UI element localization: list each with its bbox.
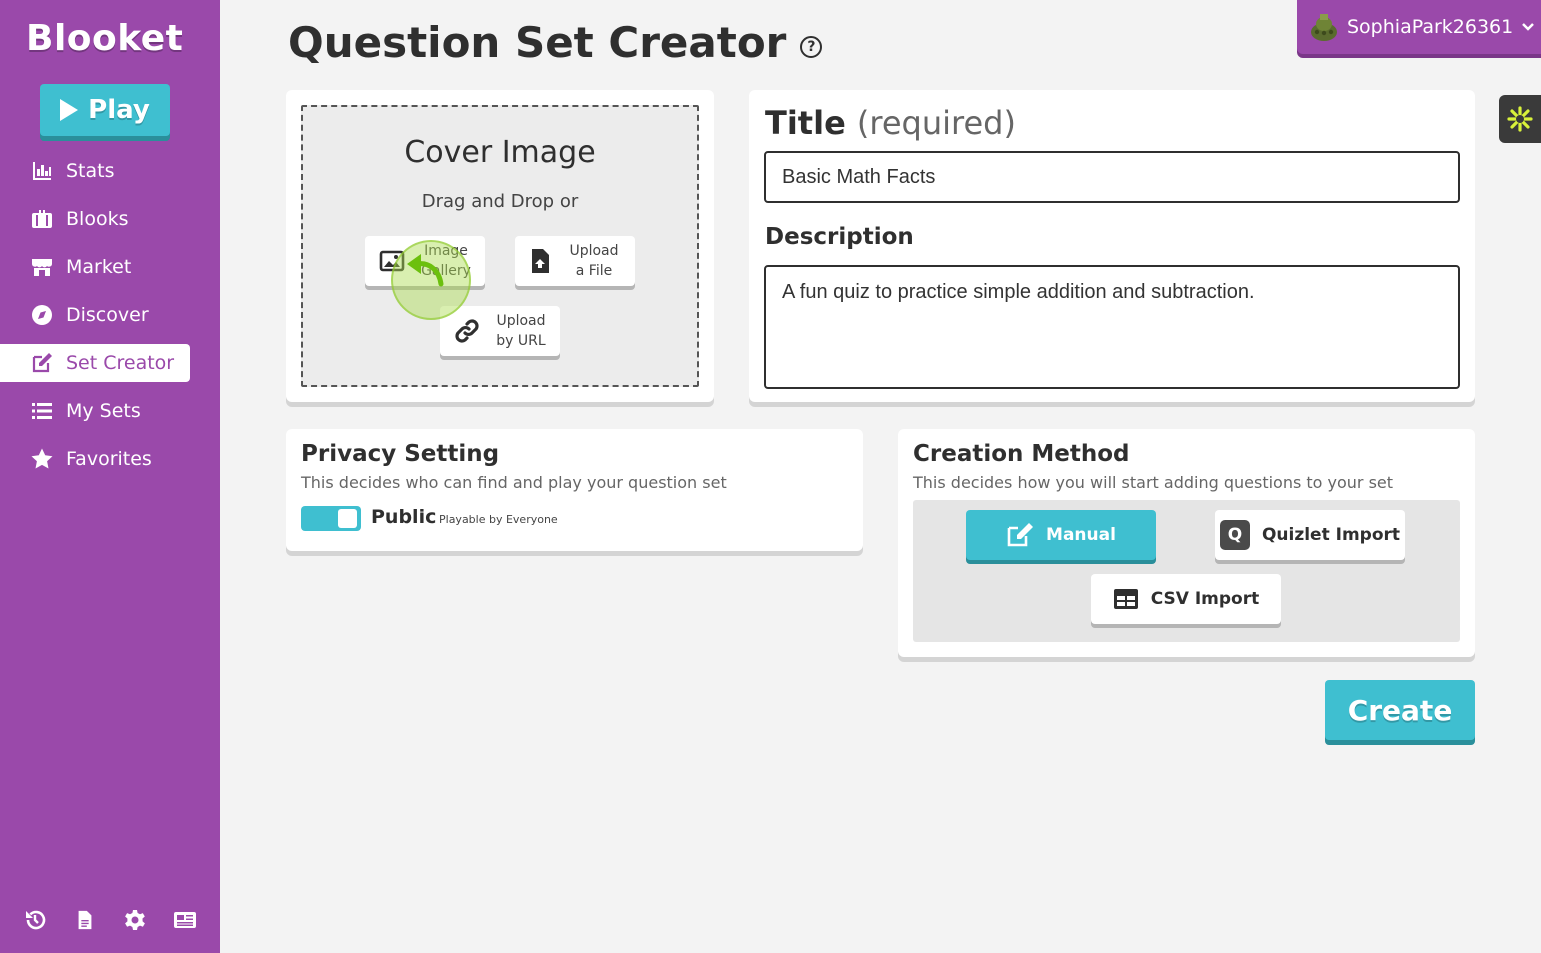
list-icon [32,403,52,419]
sidebar-item-label: Favorites [66,448,152,470]
sidebar-item-label: Blooks [66,208,129,230]
sidebar: Blooket Play Stats Blooks Market Discove… [0,0,220,953]
sidebar-item-label: My Sets [66,400,141,422]
star-icon [31,448,53,469]
toggle-knob [338,509,357,528]
privacy-heading: Privacy Setting [301,441,500,467]
sidebar-item-favorites[interactable]: Favorites [0,440,220,478]
blooket-logo[interactable]: Blooket [26,18,183,59]
history-icon[interactable] [22,907,48,933]
chevron-down-icon [1522,23,1535,31]
table-icon [1113,589,1138,609]
sidebar-item-blooks[interactable]: Blooks [0,200,220,238]
play-label: Play [88,95,150,125]
page-title: Question Set Creator ? [288,18,823,67]
privacy-setting-card: Privacy Setting This decides who can fin… [286,429,863,551]
sidebar-item-set-creator[interactable]: Set Creator [0,344,190,382]
creation-method-options: Manual Q Quizlet Import CSV Import [913,500,1460,642]
upload-url-label-line2: by URL [496,333,546,349]
gear-icon[interactable] [122,907,148,933]
cursor-arrow-icon [407,254,444,287]
compass-icon [32,305,52,325]
privacy-subtext: This decides who can find and play your … [301,473,727,492]
sidebar-item-my-sets[interactable]: My Sets [0,392,220,430]
title-label: Title (required) [765,104,1016,142]
upload-file-label: Upload a File [561,241,635,281]
cover-image-dropzone[interactable]: Cover Image Drag and Drop or Image Galle… [301,105,699,387]
sidebar-item-market[interactable]: Market [0,248,220,286]
creation-method-heading: Creation Method [913,441,1130,467]
description-input[interactable]: A fun quiz to practice simple addition a… [764,265,1460,389]
quizlet-import-button[interactable]: Q Quizlet Import [1215,510,1405,560]
upload-file-label-line1: Upload [569,243,619,259]
privacy-value-label: Public [371,506,437,528]
manual-button[interactable]: Manual [966,510,1156,560]
csv-import-button[interactable]: CSV Import [1091,574,1281,624]
privacy-value-subtext: Playable by Everyone [439,513,558,526]
blooks-icon [32,210,52,228]
drag-drop-text: Drag and Drop or [421,191,579,212]
csv-import-label: CSV Import [1150,589,1260,609]
file-upload-icon [532,249,549,273]
document-icon[interactable] [72,907,98,933]
sidebar-item-label: Discover [66,304,149,326]
asterisk-icon [1507,106,1533,132]
page-title-text: Question Set Creator [288,18,787,67]
quizlet-icon: Q [1219,520,1250,550]
create-button[interactable]: Create [1325,680,1475,740]
side-widget-button[interactable] [1499,95,1541,143]
quizlet-import-label: Quizlet Import [1261,525,1401,545]
newspaper-icon[interactable] [172,907,198,933]
help-icon[interactable]: ? [800,35,823,58]
sidebar-item-label: Market [66,256,132,278]
edit-icon [32,353,52,373]
sidebar-item-discover[interactable]: Discover [0,296,220,334]
click-indicator [391,240,471,320]
upload-url-button[interactable]: Upload by URL [440,306,560,356]
cover-image-card: Cover Image Drag and Drop or Image Galle… [286,90,714,402]
upload-file-label-line2: a File [575,263,613,279]
creation-method-card: Creation Method This decides how you wil… [898,429,1475,657]
title-input[interactable] [764,151,1460,203]
upload-url-label: Upload by URL [490,311,560,351]
set-details-card: Title (required) Description A fun quiz … [749,90,1475,402]
cover-image-title: Cover Image [404,135,596,170]
manual-label: Manual [1046,525,1116,545]
creation-method-subtext: This decides how you will start adding q… [913,473,1394,492]
sidebar-footer [0,907,220,933]
market-icon [32,259,52,276]
play-button[interactable]: Play [40,84,170,136]
stats-icon [33,162,51,180]
sidebar-item-label: Set Creator [66,352,175,374]
upload-url-label-line1: Upload [496,313,546,329]
privacy-toggle[interactable] [301,506,361,531]
play-icon [60,99,79,121]
sidebar-item-label: Stats [66,160,115,182]
username: SophiaPark26361 [1347,16,1514,38]
user-menu[interactable]: SophiaPark26361 [1297,0,1541,54]
upload-file-button[interactable]: Upload a File [515,236,635,286]
link-icon [455,319,479,343]
edit-icon [1007,523,1034,547]
title-label-text: Title [765,104,846,142]
title-required-text: (required) [856,104,1016,142]
description-label: Description [765,224,914,250]
sidebar-item-stats[interactable]: Stats [0,152,220,190]
avatar [1311,14,1337,41]
sidebar-nav: Stats Blooks Market Discover Set Creator… [0,152,220,488]
